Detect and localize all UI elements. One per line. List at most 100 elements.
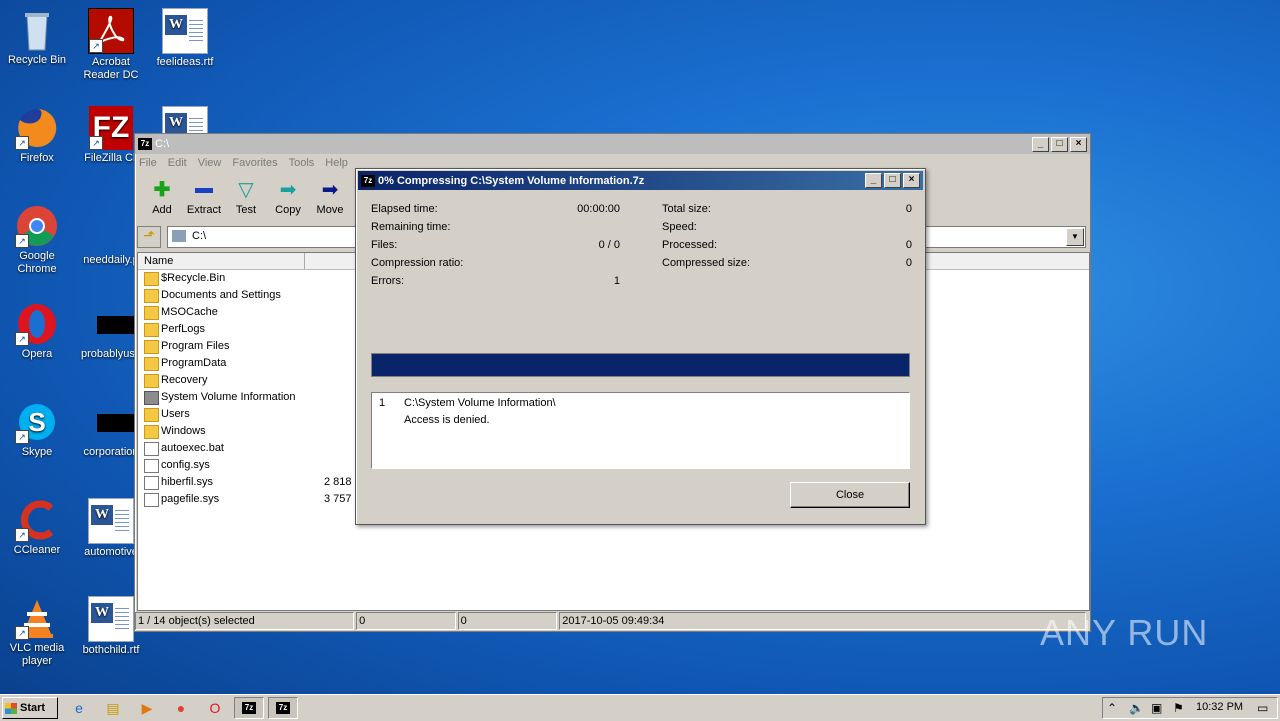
dialog-titlebar[interactable]: 7z 0% Compressing C:\System Volume Infor… [358,171,923,190]
clock[interactable]: 10:32 PM [1196,701,1243,713]
action-center-flag-icon[interactable]: ⚑ [1173,701,1184,715]
taskbar: Start e ▤ ▶ ● O 7z 7z ⌃ 🔈 ▣ ⚑ 10:32 PM ▭ [0,694,1280,721]
close-window-button[interactable]: × [1070,136,1087,152]
desktop-icon-label: Skype [21,446,53,458]
chevron-down-icon[interactable]: ▼ [1066,228,1084,246]
internet-explorer-icon[interactable]: e [70,699,88,717]
total-size-value: 0 [905,203,912,215]
desktop-icon-label-line2: Chrome [17,263,57,275]
desktop-icon-document[interactable]: W [148,106,222,134]
desktop-icon-opera[interactable]: ↗ Opera [0,302,74,361]
speed-label: Speed: [662,221,697,233]
close-button[interactable]: Close [790,482,910,508]
media-player-icon[interactable]: ▶ [138,699,156,717]
tool-label: Test [235,204,257,216]
minimize-button[interactable]: _ [1032,136,1049,152]
desktop-icon-label: CCleaner [13,544,61,556]
menu-file[interactable]: File [139,157,157,169]
opera-icon[interactable]: O [206,699,224,717]
7zip-app-icon: 7z [242,702,256,714]
maximize-button[interactable]: □ [1051,136,1068,152]
file-name: $Recycle.Bin [161,272,226,284]
windows-logo-icon [5,702,17,714]
show-desktop-icon[interactable]: ▭ [1257,701,1268,715]
folder-icon [144,289,159,303]
progress-bar-fill [372,354,909,376]
drive-icon [172,230,186,242]
desktop-icon-feelideas[interactable]: W feelideas.rtf [148,8,222,69]
maximize-button[interactable]: □ [884,173,901,188]
add-button[interactable]: ✚ Add [141,179,183,216]
folder-up-button[interactable]: ⬏ [137,226,161,248]
desktop-icon-acrobat[interactable]: ↗ Acrobat Reader DC [74,8,148,82]
errors-label: Errors: [371,275,404,287]
desktop-icon-skype[interactable]: S ↗ Skype [0,400,74,459]
desktop-icon-ccleaner[interactable]: ↗ CCleaner [0,498,74,557]
chrome-icon[interactable]: ● [172,699,190,717]
file-name: config.sys [161,459,210,471]
menu-help[interactable]: Help [325,157,348,169]
menu-view[interactable]: View [198,157,222,169]
folder-icon [144,306,159,320]
menu-favorites[interactable]: Favorites [232,157,277,169]
main-titlebar[interactable]: 7z C:\ _ □ × [135,134,1090,154]
minimize-button[interactable]: _ [865,173,882,188]
folder-icon [144,408,159,422]
folder-icon[interactable]: ▤ [104,699,122,717]
skype-icon: S ↗ [15,400,59,444]
menu-tools[interactable]: Tools [289,157,315,169]
opera-icon: ↗ [15,302,59,346]
taskbar-task-7zip[interactable]: 7z [234,697,264,719]
recycle-bin-icon [15,8,59,52]
arrow-right-icon: ➡ [279,179,297,201]
desktop-icon-chrome[interactable]: ↗ Google Chrome [0,204,74,276]
chrome-icon: ↗ [15,204,59,248]
message-text: Access is denied. [404,414,490,426]
tool-label: Extract [186,204,222,216]
minus-icon [183,179,225,201]
folder-icon [144,323,159,337]
network-icon[interactable]: ▣ [1151,701,1162,715]
move-button[interactable]: ➡ Move [309,179,351,216]
desktop-icon-recycle-bin[interactable]: Recycle Bin [0,8,74,67]
file-name: ProgramData [161,357,227,369]
column-size[interactable] [299,253,360,269]
error-message-list[interactable]: 1 C:\System Volume Information\ Access i… [371,392,910,469]
desktop-icon-firefox[interactable]: ↗ Firefox [0,106,74,165]
elapsed-time-value: 00:00:00 [577,203,620,215]
message-number: 1 [379,397,386,409]
svg-text:S: S [28,407,45,437]
column-name[interactable]: Name [138,253,305,269]
plus-icon: ✚ [153,179,171,201]
dialog-title: 0% Compressing C:\System Volume Informat… [378,174,645,187]
document-icon [89,204,133,248]
compressed-size-value: 0 [905,257,912,269]
acrobat-icon: ↗ [88,8,134,54]
tool-label: Add [152,204,172,216]
word-document-icon: W [88,596,134,642]
show-hidden-icons-icon[interactable]: ⌃ [1107,701,1117,715]
desktop-icon-vlc[interactable]: ↗ VLC media player [0,596,74,668]
word-document-icon: W [162,106,208,134]
window-title: C:\ [155,138,170,150]
menu-edit[interactable]: Edit [168,157,187,169]
desktop-icon-label: feelideas.rtf [156,56,214,68]
files-value: 0 / 0 [598,239,620,251]
taskbar-task-7zip-progress[interactable]: 7z [268,697,298,719]
errors-value: 1 [613,275,620,287]
ccleaner-icon: ↗ [15,498,59,542]
close-window-button[interactable]: × [903,173,920,188]
status-packed-size: 0 [457,612,558,630]
extract-button[interactable]: Extract [183,179,225,216]
status-selected: 1 / 14 object(s) selected [135,612,355,630]
volume-icon[interactable]: 🔈 [1129,701,1144,715]
desktop-icon-label: Firefox [20,152,54,164]
start-label: Start [20,702,46,714]
copy-button[interactable]: ➡ Copy [267,179,309,216]
tool-label: Move [316,204,344,216]
processed-value: 0 [905,239,912,251]
word-document-icon: W [88,498,134,544]
start-button[interactable]: Start [2,697,58,719]
file-name: hiberfil.sys [161,476,213,488]
test-button[interactable]: ▽ Test [225,179,267,216]
